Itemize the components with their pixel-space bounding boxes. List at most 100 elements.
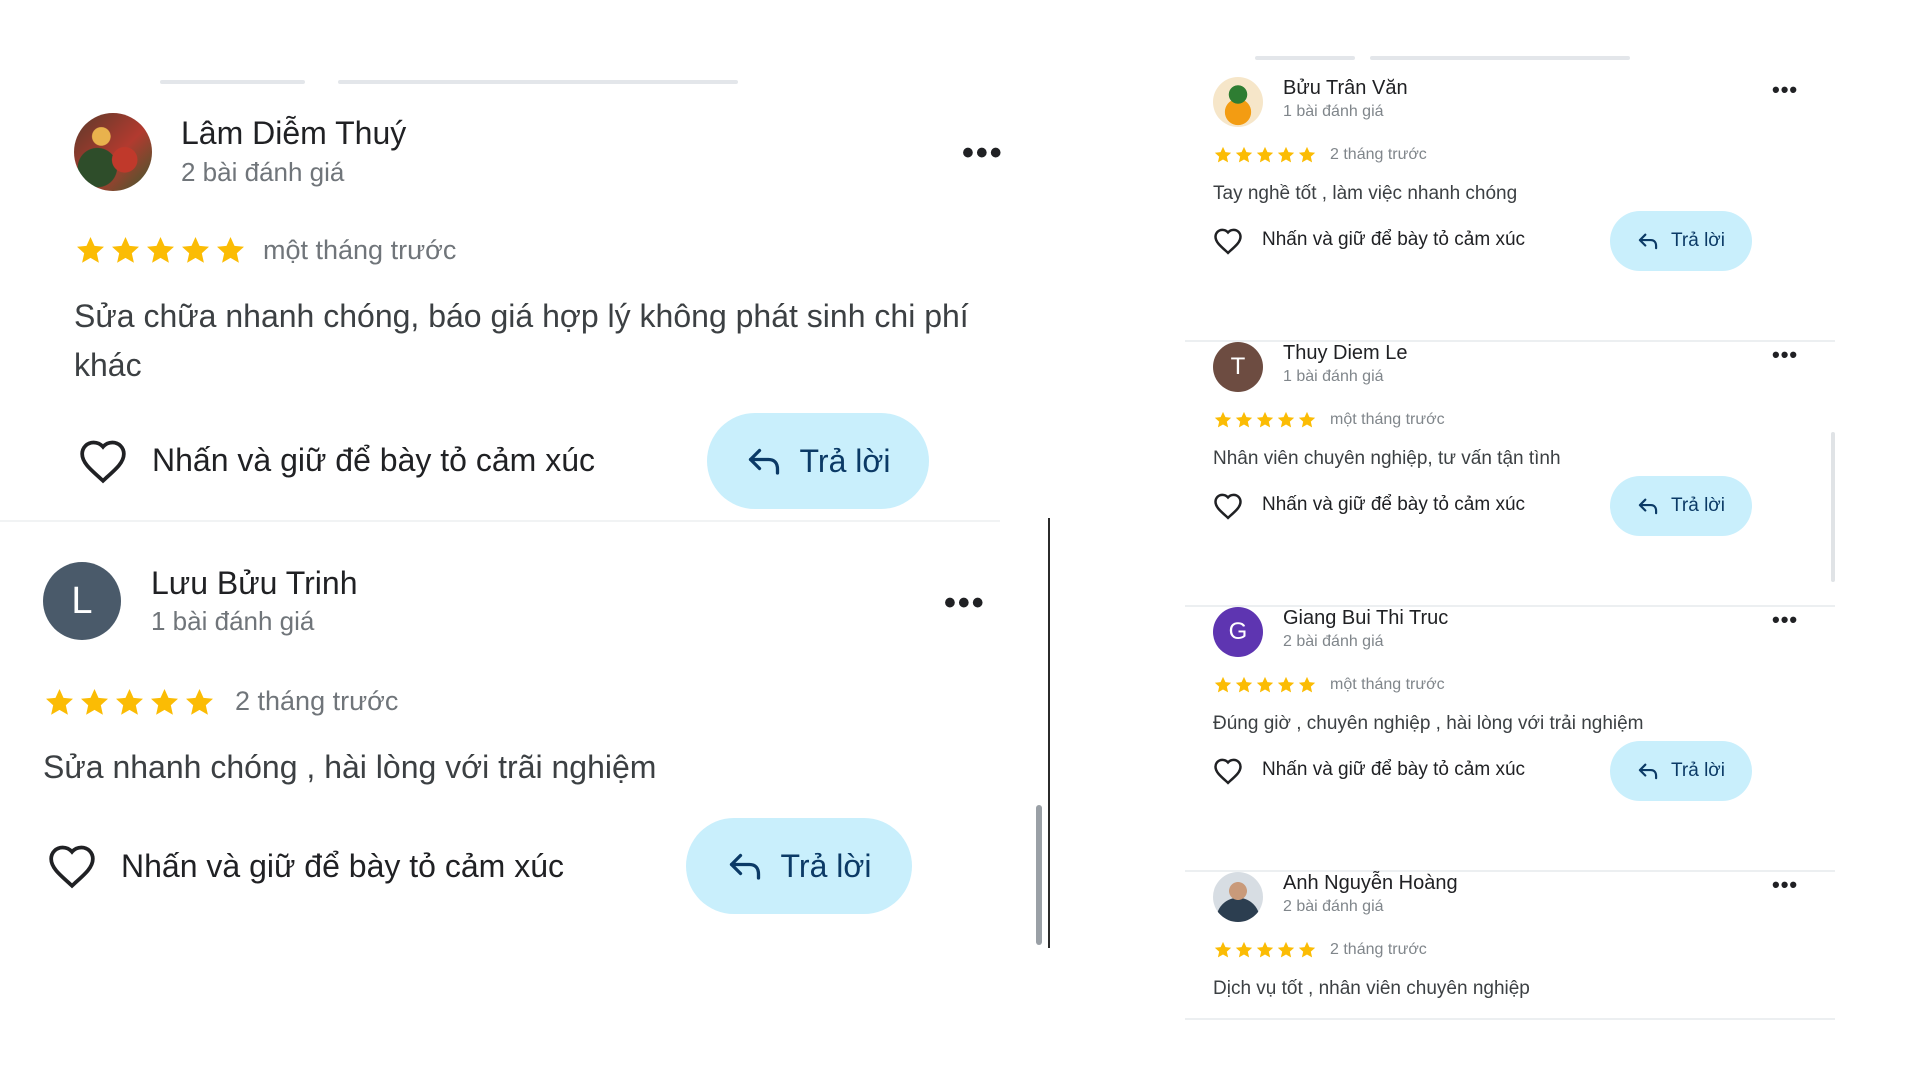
review-date: 2 tháng trước: [1330, 941, 1427, 958]
reviewer-name[interactable]: Thuy Diem Le: [1283, 342, 1408, 365]
star-icon: [1256, 676, 1274, 693]
avatar[interactable]: [74, 113, 152, 191]
star-icon: [1256, 941, 1274, 958]
reply-arrow-icon: [1638, 233, 1658, 250]
star-icon: [1214, 411, 1232, 428]
reaction-hint[interactable]: Nhấn và giữ để bày tỏ cảm xúc: [1262, 229, 1525, 251]
review-count: 2 bài đánh giá: [1283, 633, 1384, 650]
review-text: Sửa nhanh chóng , hài lòng với trãi nghi…: [43, 749, 657, 785]
avatar[interactable]: G: [1213, 607, 1263, 657]
star-icon: [1235, 941, 1253, 958]
more-options-button[interactable]: •••: [1772, 609, 1798, 631]
reviews-panel-large: Lâm Diễm Thuý 2 bài đánh giá ••• một thá…: [0, 0, 1060, 1080]
star-icon: [1298, 411, 1316, 428]
heart-icon[interactable]: [78, 438, 128, 484]
star-icon: [151, 689, 178, 715]
reply-label: Trả lời: [1671, 230, 1725, 251]
heart-icon[interactable]: [1213, 492, 1243, 520]
heart-icon[interactable]: [1213, 227, 1243, 255]
star-rating: [43, 686, 216, 719]
avatar[interactable]: L: [43, 562, 121, 640]
screenshot-canvas: Lâm Diễm Thuý 2 bài đánh giá ••• một thá…: [0, 0, 1920, 1080]
reaction-hint[interactable]: Nhấn và giữ để bày tỏ cảm xúc: [121, 848, 564, 885]
reply-arrow-icon: [748, 448, 779, 475]
review-date: một tháng trước: [1330, 676, 1445, 693]
reaction-hint[interactable]: Nhấn và giữ để bày tỏ cảm xúc: [1262, 759, 1525, 781]
reaction-hint[interactable]: Nhấn và giữ để bày tỏ cảm xúc: [1262, 494, 1525, 516]
star-icon: [1277, 411, 1295, 428]
reply-arrow-icon: [1638, 763, 1658, 780]
star-icon: [1235, 146, 1253, 163]
reply-arrow-icon: [729, 853, 760, 880]
star-icon: [1256, 146, 1274, 163]
avatar-initial: T: [1230, 353, 1246, 380]
review-date: 2 tháng trước: [235, 686, 399, 716]
review-divider: [1185, 1018, 1835, 1020]
scrollbar-thumb[interactable]: [1831, 432, 1835, 582]
reply-button[interactable]: Trả lời: [1610, 211, 1752, 271]
review-count: 1 bài đánh giá: [151, 606, 315, 636]
reply-label: Trả lời: [780, 847, 872, 884]
star-icon: [1214, 146, 1232, 163]
avatar[interactable]: [1213, 872, 1263, 922]
panel-edge-line: [1048, 518, 1050, 948]
review-card: Bửu Trân Văn 1 bài đánh giá ••• 2 tháng …: [1185, 77, 1835, 342]
more-options-button[interactable]: •••: [962, 136, 1004, 170]
avatar[interactable]: [1213, 77, 1263, 127]
reviewer-name[interactable]: Lưu Bửu Trinh: [151, 565, 358, 602]
reply-button[interactable]: Trả lời: [1610, 476, 1752, 536]
heart-icon[interactable]: [1213, 757, 1243, 785]
reply-label: Trả lời: [1671, 760, 1725, 781]
review-divider: [0, 520, 1000, 522]
more-options-button[interactable]: •••: [1772, 874, 1798, 896]
star-icon: [1235, 411, 1253, 428]
heart-icon[interactable]: [47, 843, 97, 889]
star-icon: [1214, 941, 1232, 958]
star-rating: [1213, 940, 1317, 960]
star-rating: [1213, 145, 1317, 165]
star-icon: [77, 237, 104, 263]
star-icon: [1277, 146, 1295, 163]
star-icon: [116, 689, 143, 715]
star-rating: [1213, 675, 1317, 695]
review-text: Nhân viên chuyên nghiệp, tư vấn tận tình: [1213, 448, 1561, 469]
star-icon: [186, 689, 213, 715]
reply-button[interactable]: Trả lời: [1610, 741, 1752, 801]
reviewer-name[interactable]: Lâm Diễm Thuý: [181, 115, 406, 152]
more-options-button[interactable]: •••: [944, 586, 986, 620]
review-text: Dịch vụ tốt , nhân viên chuyên nghiệp: [1213, 978, 1530, 999]
review-count: 2 bài đánh giá: [181, 157, 345, 187]
reviewer-name[interactable]: Giang Bui Thi Truc: [1283, 607, 1448, 630]
star-icon: [1298, 941, 1316, 958]
star-icon: [112, 237, 139, 263]
star-icon: [1298, 676, 1316, 693]
more-options-button[interactable]: •••: [1772, 344, 1798, 366]
star-icon: [1277, 941, 1295, 958]
review-date: một tháng trước: [263, 235, 457, 265]
star-icon: [147, 237, 174, 263]
review-count: 2 bài đánh giá: [1283, 898, 1384, 915]
reply-button[interactable]: Trả lời: [686, 818, 912, 914]
review-count: 1 bài đánh giá: [1283, 103, 1384, 120]
star-icon: [1235, 676, 1253, 693]
review-text: Tay nghề tốt , làm việc nhanh chóng: [1213, 183, 1518, 204]
reaction-hint[interactable]: Nhấn và giữ để bày tỏ cảm xúc: [152, 442, 595, 479]
reviews-panel-small: Bửu Trân Văn 1 bài đánh giá ••• 2 tháng …: [1185, 0, 1835, 1080]
reply-button[interactable]: Trả lời: [707, 413, 929, 509]
review-card: Anh Nguyễn Hoàng 2 bài đánh giá ••• 2 th…: [1185, 872, 1835, 1020]
star-icon: [1214, 676, 1232, 693]
reviewer-name[interactable]: Bửu Trân Văn: [1283, 77, 1408, 100]
review-date: 2 tháng trước: [1330, 146, 1427, 163]
avatar[interactable]: T: [1213, 342, 1263, 392]
scrollbar-thumb[interactable]: [1036, 805, 1042, 945]
review-card: G Giang Bui Thi Truc 2 bài đánh giá ••• …: [1185, 607, 1835, 872]
star-icon: [1256, 411, 1274, 428]
star-rating: [74, 234, 247, 267]
star-rating: [1213, 410, 1317, 430]
star-icon: [217, 237, 244, 263]
star-icon: [46, 689, 73, 715]
review-text: Sửa chữa nhanh chóng, báo giá hợp lý khô…: [74, 298, 969, 383]
more-options-button[interactable]: •••: [1772, 79, 1798, 101]
reviewer-name[interactable]: Anh Nguyễn Hoàng: [1283, 872, 1458, 895]
star-icon: [1277, 676, 1295, 693]
